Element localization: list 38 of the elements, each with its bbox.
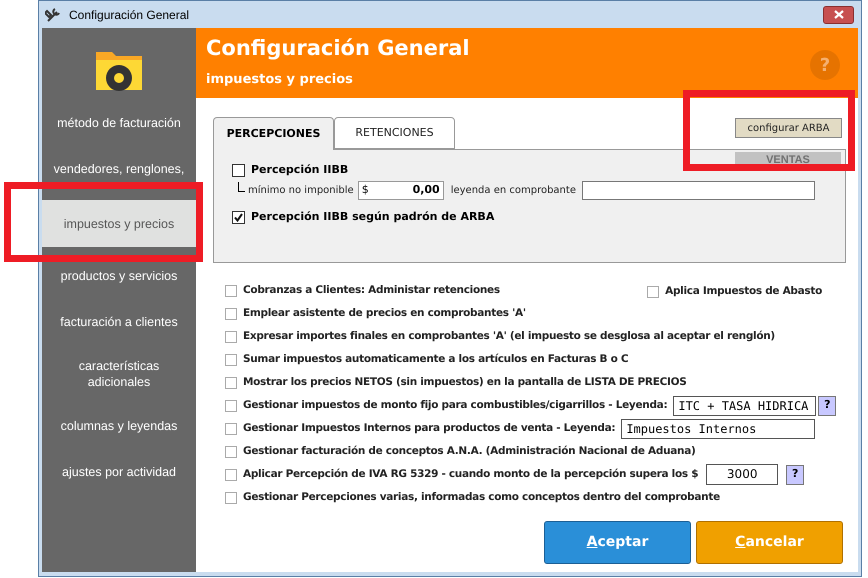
field-label: mínimo no imponible: [248, 184, 354, 198]
help-button[interactable]: ?: [818, 396, 836, 416]
checkbox-label: Cobranzas a Clientes: Administar retenciones: [243, 282, 500, 298]
checkbox-label: Mostrar los precios NETOS (sin impuestos) en la pantalla de LISTA DE PRECIOS: [243, 374, 686, 390]
window-title: Configuración General: [69, 6, 190, 24]
checkbox-label: Gestionar Percepciones varias, informadas como conceptos dentro del comprobante: [243, 490, 720, 505]
tab[interactable]: PERCEPCIONES: [213, 117, 334, 150]
sidebar-item[interactable]: características adicionales: [42, 358, 196, 390]
amount-field[interactable]: $ 0,00: [358, 180, 444, 200]
checkbox-label: Expresar importes finales en comprobantes 'A' (el impuesto se desglosa al aceptar el renglón): [243, 328, 775, 344]
checkbox-label: Gestionar facturación de conceptos A.N.A. (Administración Nacional de Aduana): [243, 444, 696, 459]
checkbox-label: Sumar impuestos automaticamente a los artículos en Facturas B o C: [243, 352, 628, 367]
checkbox-label: Aplica Impuestos de Abasto: [665, 284, 822, 299]
checkbox-label: Emplear asistente de precios en comprobantes 'A': [243, 306, 526, 321]
header-subtitle: impuestos y precios: [206, 71, 354, 89]
checkbox-label: Percepción IIBB según padrón de ARBA: [251, 208, 494, 225]
field-label: leyenda en comprobante: [450, 184, 576, 198]
sidebar-item[interactable]: método de facturación: [42, 113, 196, 133]
sidebar-item[interactable]: ajustes por actividad: [42, 462, 196, 482]
sidebar-item[interactable]: vendedores, renglones,: [42, 159, 196, 179]
text-field[interactable]: Impuestos Internos: [621, 418, 816, 438]
currency-symbol: $: [362, 182, 369, 198]
checkbox-label: Gestionar Impuestos Internos para productos de venta - Leyenda:: [243, 420, 616, 436]
sidebar-item[interactable]: columnas y leyendas: [42, 416, 196, 436]
accept-button[interactable]: Aceptar: [544, 521, 691, 564]
header-title: Configuración General: [206, 35, 471, 62]
field-value: 0,00: [412, 182, 440, 198]
sidebar-item[interactable]: impuestos y precios: [42, 200, 196, 247]
checkbox-label: Percepción IIBB: [251, 162, 348, 178]
amount-field[interactable]: 3000: [706, 464, 778, 485]
configure-button[interactable]: configurar ARBA: [735, 118, 842, 138]
checkbox-label: Aplicar Percepción de IVA RG 5329 - cuando monto de la percepción supera los $: [243, 466, 698, 482]
text-field[interactable]: ITC + TASA HIDRICA: [673, 396, 816, 416]
sidebar-item[interactable]: facturación a clientes: [42, 312, 196, 332]
sidebar-item[interactable]: productos y servicios: [42, 266, 196, 286]
help-button[interactable]: ?: [786, 464, 804, 484]
checkbox-label: Gestionar impuestos de monto fijo para combustibles/cigarrillos - Leyenda:: [243, 398, 668, 413]
tab[interactable]: RETENCIONES: [334, 117, 455, 149]
